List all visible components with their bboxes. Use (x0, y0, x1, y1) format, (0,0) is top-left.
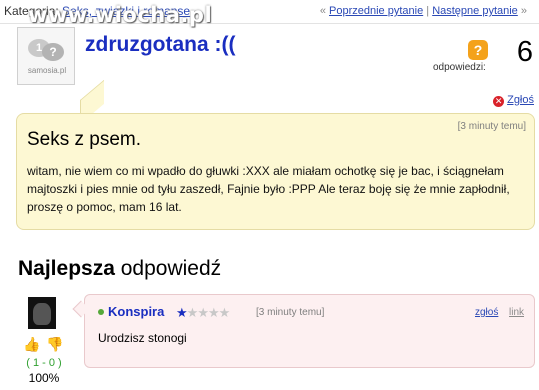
best-answer-heading: Najlepsza odpowiedź (18, 257, 221, 281)
answer-text: Urodzisz stonogi (98, 331, 187, 345)
avatar-photo (33, 303, 51, 325)
vote-percent: 100% (28, 371, 60, 385)
watermark-logo: www.wiocha.pl (28, 3, 213, 27)
star-icon: ★ (176, 305, 188, 320)
best-answer-heading-rest: odpowiedź (120, 257, 222, 280)
star-icon: ★ (186, 305, 199, 320)
close-icon: ✕ (493, 96, 505, 107)
star-icon: ★ (207, 305, 220, 320)
question-title: Seks z psem. (27, 129, 142, 150)
question-body: witam, nie wiem co mi wpadło do głuwki :… (27, 164, 510, 214)
asker-username[interactable]: zdruzgotana :(( (85, 33, 235, 57)
next-arrow-icon: » (520, 5, 527, 17)
answerer-username[interactable]: Konspira (108, 304, 164, 319)
answer-time: [3 minuty temu] (256, 307, 325, 318)
thumbs-down-icon[interactable]: 👎 (46, 336, 63, 352)
answers-label: odpowiedzi: (433, 62, 486, 73)
answers-counter: ? odpowiedzi: 6 (433, 36, 533, 74)
previous-question-link[interactable]: Poprzednie pytanie (329, 5, 423, 17)
report-question-button[interactable]: ✕ Zgłoś (493, 94, 534, 107)
prev-arrow-icon: « (319, 5, 326, 17)
rating-stars: ★★★★★ (176, 305, 231, 321)
vote-count: ( 1 - 0 ) (26, 357, 62, 369)
question-time: [3 minuty temu] (457, 121, 526, 132)
thumbs-up-icon[interactable]: 👍 (23, 336, 40, 352)
report-label: Zgłoś (507, 94, 534, 106)
best-answer-heading-bold: Najlepsza (18, 257, 115, 280)
question-navigation: « Poprzednie pytanie | Następne pytanie … (320, 5, 527, 17)
top-bar: Kategoria: Seks, związki i romanse www.w… (0, 0, 539, 27)
online-status-icon (98, 309, 104, 315)
answers-count: 6 (516, 36, 533, 68)
question-box: [3 minuty temu] Seks z psem. witam, nie … (16, 113, 535, 230)
answer-permalink[interactable]: link (509, 307, 524, 318)
avatar-site-label: samosia.pl (27, 66, 67, 75)
answerer-avatar[interactable] (28, 297, 56, 329)
star-icon: ★ (218, 305, 231, 320)
asker-avatar[interactable]: 1 ? samosia.pl (17, 27, 75, 85)
star-icon: ★ (197, 305, 209, 320)
best-answer-box: Konspira ★★★★★ [3 minuty temu] zgłoś lin… (84, 294, 535, 368)
avatar-question-icon: ? (42, 43, 64, 61)
question-icon: ? (468, 40, 488, 60)
nav-separator: | (426, 5, 430, 17)
next-question-link[interactable]: Następne pytanie (432, 5, 518, 17)
report-answer-link[interactable]: zgłoś (475, 307, 498, 318)
